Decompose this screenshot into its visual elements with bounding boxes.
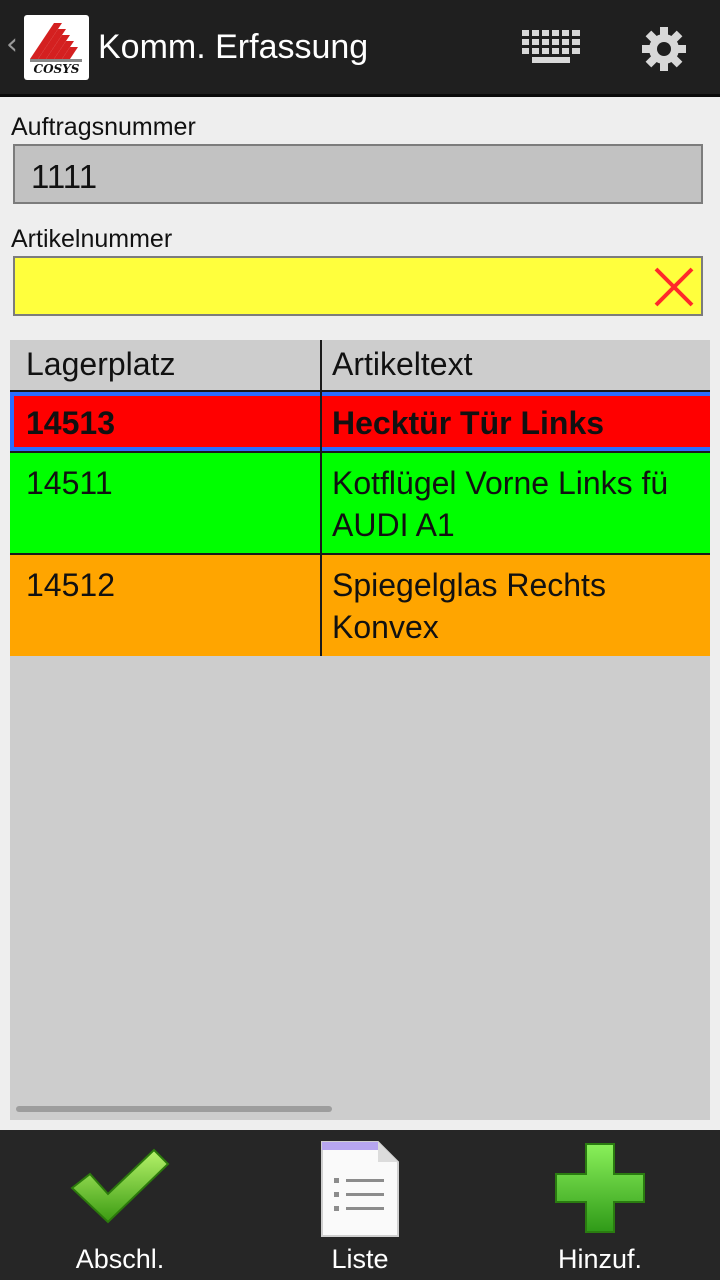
article-number-label: Artikelnummer <box>11 225 173 253</box>
finish-label: Abschl. <box>75 1244 165 1274</box>
cell-lagerplatz: 14511 <box>26 465 113 501</box>
chevron-left-icon[interactable]: ‹ <box>6 30 18 60</box>
app-logo[interactable]: COSYS <box>24 15 89 80</box>
column-divider <box>320 340 322 390</box>
cell-artikeltext-line1: Spiegelglas Rechts <box>332 567 606 603</box>
action-bar: ‹ COSYS Komm. Erfassung <box>0 0 720 97</box>
bottom-action-bar: Abschl. Liste Hinzuf. <box>0 1130 720 1280</box>
list-label: Liste <box>331 1244 389 1274</box>
order-number-field[interactable]: 1111 <box>13 144 703 204</box>
cell-lagerplatz: 14513 <box>26 405 115 441</box>
checkmark-icon <box>70 1148 170 1224</box>
location-table[interactable]: Lagerplatz Artikeltext 14513 Hecktür Tür… <box>10 340 710 1120</box>
table-row[interactable]: 14513 Hecktür Tür Links <box>10 392 710 451</box>
horizontal-scrollbar[interactable] <box>16 1106 332 1112</box>
gear-icon[interactable] <box>641 26 687 72</box>
column-divider <box>320 392 322 656</box>
add-label: Hinzuf. <box>557 1244 643 1274</box>
plus-icon <box>555 1143 645 1233</box>
table-row[interactable]: 14512 Spiegelglas Rechts Konvex <box>10 555 710 656</box>
column-header-artikeltext[interactable]: Artikeltext <box>332 346 472 383</box>
column-header-lagerplatz[interactable]: Lagerplatz <box>26 346 175 383</box>
document-list-icon <box>321 1141 399 1237</box>
article-number-field[interactable] <box>13 256 703 316</box>
cell-artikeltext: Hecktür Tür Links <box>332 405 605 441</box>
row-divider <box>10 451 710 453</box>
logo-text: COSYS <box>33 62 80 76</box>
list-button[interactable]: Liste <box>240 1130 480 1280</box>
order-number-value: 1111 <box>31 158 98 195</box>
table-header: Lagerplatz Artikeltext <box>10 340 710 392</box>
order-number-label: Auftragsnummer <box>11 113 196 141</box>
app-title: Komm. Erfassung <box>98 28 369 66</box>
cell-artikeltext-line2: AUDI A1 <box>332 507 455 543</box>
cell-lagerplatz: 14512 <box>26 567 115 603</box>
clear-x-icon[interactable] <box>650 264 698 310</box>
cell-artikeltext-line2: Konvex <box>332 609 439 645</box>
cell-artikeltext-line1: Kotflügel Vorne Links fü <box>332 465 669 501</box>
add-button[interactable]: Hinzuf. <box>480 1130 720 1280</box>
keyboard-icon[interactable] <box>520 28 584 66</box>
row-divider <box>10 553 710 555</box>
table-row[interactable]: 14511 Kotflügel Vorne Links fü AUDI A1 <box>10 453 710 553</box>
finish-button[interactable]: Abschl. <box>0 1130 240 1280</box>
